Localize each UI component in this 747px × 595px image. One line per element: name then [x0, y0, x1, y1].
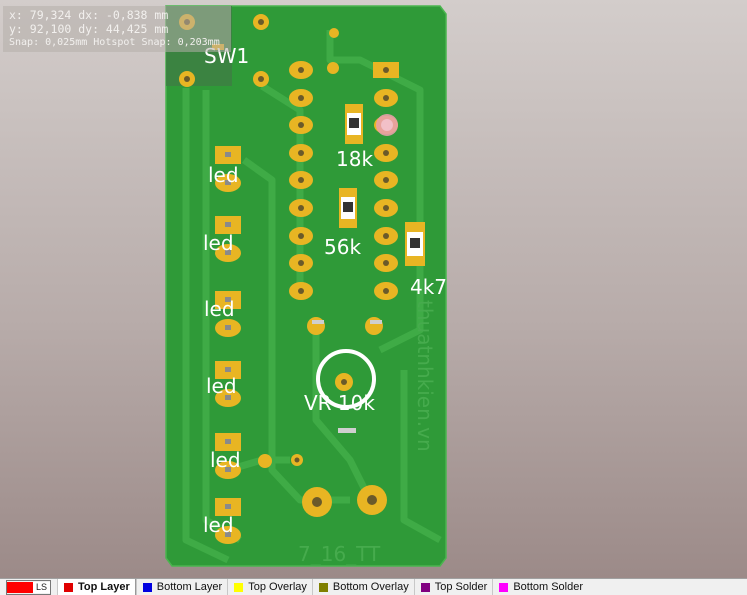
pad-hole [298, 95, 304, 101]
pad-hole [225, 325, 231, 330]
layer-tab-top-layer[interactable]: Top Layer [57, 579, 136, 595]
layer-color-swatch [318, 582, 328, 592]
layer-color-swatch [499, 582, 509, 592]
small-pad[interactable] [258, 454, 272, 468]
pad-hole [225, 222, 231, 227]
designator-led-2: led [203, 231, 234, 255]
watermark-url: thuatnhkien.vn [413, 300, 437, 452]
layer-tab-top-overlay[interactable]: Top Overlay [227, 579, 312, 595]
snap-readout: Snap: 0,025mm Hotspot Snap: 0,203mm [9, 37, 220, 48]
pad-hole [383, 288, 389, 294]
pad-hole [383, 150, 389, 156]
pcb-view[interactable]: thuatnhkien.vn 7_16_TT SW1 18k 56k 4k7 V… [0, 0, 747, 578]
pad-hole [225, 367, 231, 372]
designator-led-6: led [203, 513, 234, 537]
designator-pot: VR 10k [304, 391, 375, 415]
layer-tab-top-solder[interactable]: Top Solder [413, 579, 493, 595]
layer-color-swatch [64, 582, 74, 592]
layer-tab-label: Top Overlay [248, 581, 307, 593]
layer-tab-label: Bottom Overlay [332, 581, 409, 593]
layer-tab-label: Top Solder [434, 581, 488, 593]
layer-tab-bottom-solder[interactable]: Bottom Solder [492, 579, 588, 595]
pad-hole [383, 233, 389, 239]
pad-hole [383, 177, 389, 183]
pad-hole [225, 152, 231, 157]
layer-set-button[interactable]: LS [6, 579, 52, 595]
pad-hole [298, 288, 304, 294]
pad-hole [383, 67, 389, 73]
designator-18k: 18k [336, 147, 373, 171]
pad-hole [383, 205, 389, 211]
current-layer-color [7, 581, 33, 593]
pad-hole [298, 177, 304, 183]
coordinate-readout: x: 79,324 dx: -0,838 mm y: 92,100 dy: 44… [3, 6, 231, 52]
resistor-4k7-footprint[interactable] [405, 222, 425, 266]
layer-tab-label: Bottom Layer [156, 581, 223, 593]
bottom-code: 7_16_TT [298, 542, 381, 566]
designator-led-4: led [206, 374, 237, 398]
via-top[interactable] [329, 28, 339, 38]
pad-hole [298, 260, 304, 266]
pad-hole [298, 205, 304, 211]
pad-hole [298, 67, 304, 73]
designator-56k: 56k [324, 235, 361, 259]
y-readout: y: 92,100 dy: 44,425 mm [9, 22, 169, 36]
pad-hole [298, 122, 304, 128]
layer-set-label: LS [33, 581, 51, 593]
layer-color-swatch [142, 582, 152, 592]
via-top-2[interactable] [327, 62, 339, 74]
pad-hole [383, 95, 389, 101]
designator-4k7: 4k7 [410, 275, 447, 299]
pcb-workspace[interactable]: thuatnhkien.vn 7_16_TT SW1 18k 56k 4k7 V… [0, 0, 747, 578]
pad-hole [298, 150, 304, 156]
x-readout: x: 79,324 dx: -0,838 mm [9, 8, 169, 22]
layer-tab-label: Bottom Solder [513, 581, 584, 593]
layer-color-swatch [234, 582, 244, 592]
resistor-18k-footprint[interactable] [345, 104, 363, 144]
resistor-56k-footprint[interactable] [339, 188, 357, 228]
layer-tab-bar: LS Top Layer Bottom Layer Top Overlay Botto… [0, 578, 747, 595]
pad-hole [225, 504, 231, 509]
pad-hole [225, 439, 231, 444]
layer-tab-label: Top Layer [78, 581, 130, 593]
layer-color-swatch [420, 582, 430, 592]
layer-tabs: Top Layer Bottom Layer Top Overlay Bottom O… [57, 579, 588, 595]
pad-hole [383, 260, 389, 266]
designator-led-1: led [208, 163, 239, 187]
layer-tab-bottom-layer[interactable]: Bottom Layer [135, 579, 227, 595]
pad-hole [298, 233, 304, 239]
designator-led-3: led [204, 297, 235, 321]
layer-tab-bottom-overlay[interactable]: Bottom Overlay [311, 579, 414, 595]
designator-led-5: led [210, 448, 241, 472]
